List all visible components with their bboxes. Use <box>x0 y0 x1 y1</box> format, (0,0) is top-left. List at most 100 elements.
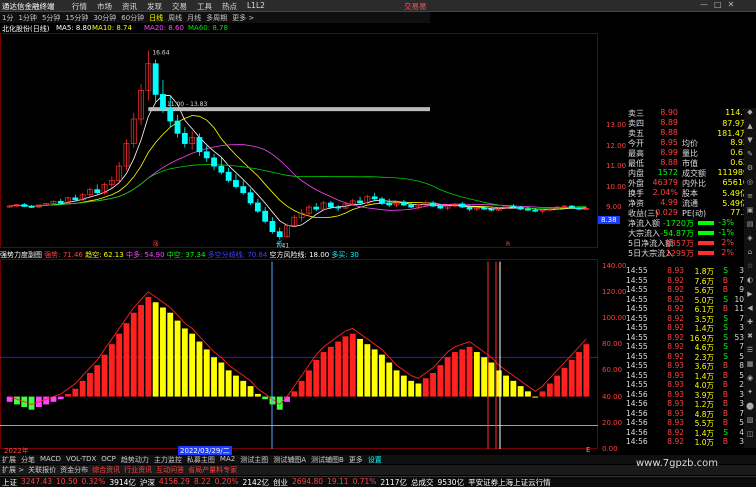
sidebar-tool-icon[interactable]: ✎ <box>744 150 756 164</box>
period-tab-6[interactable]: 日线 <box>149 13 163 23</box>
indicator-tab-7[interactable]: 私募主图 <box>187 455 215 464</box>
indicator-bar <box>14 396 20 405</box>
sidebar-tool-icon[interactable]: ▦ <box>744 360 756 374</box>
candle-body <box>28 206 35 208</box>
tick-side: S <box>723 323 728 332</box>
sidebar-tool-icon[interactable]: ✚ <box>744 318 756 332</box>
index-label[interactable]: 上证 <box>2 477 17 487</box>
sidebar-tool-icon[interactable]: ◆ <box>744 108 756 122</box>
menu-item-1[interactable]: 市场 <box>97 1 112 12</box>
menu-item-5[interactable]: 工具 <box>197 1 212 12</box>
sidebar-tool-icon[interactable]: ◫ <box>744 430 756 444</box>
sidebar-tool-icon[interactable]: ▶ <box>744 290 756 304</box>
sidebar-tool-icon[interactable]: ◎ <box>744 178 756 192</box>
info-tab-1[interactable]: 关联报价 <box>28 465 56 475</box>
sidebar-tool-icon[interactable]: ▣ <box>744 206 756 220</box>
period-tab-3[interactable]: 15分钟 <box>65 13 88 23</box>
info-tab-5[interactable]: 互动问答 <box>156 465 184 475</box>
maximize-icon[interactable]: □ <box>714 0 722 9</box>
tick-count: 10 <box>734 294 744 304</box>
period-tab-0[interactable]: 1分 <box>2 13 13 23</box>
indicator-name: 强势力度副图 <box>0 251 42 259</box>
info-tab-3[interactable]: 综合资讯 <box>92 465 120 475</box>
indicator-bar <box>43 396 50 405</box>
index-label[interactable]: 沪深 <box>140 477 155 487</box>
indicator-tab-8[interactable]: MA2 <box>220 455 235 464</box>
candle-body <box>160 94 166 110</box>
tick-row: 14:55 8.92 4.6万 S 7 <box>626 342 748 352</box>
sidebar-tool-icon[interactable]: ▼ <box>744 136 756 150</box>
indicator-tab-12[interactable]: 更多 <box>349 455 363 464</box>
sidebar-tool-icon[interactable]: ⬤ <box>744 402 756 416</box>
sidebar-tool-icon[interactable]: ≡ <box>744 192 756 206</box>
tick-price: 8.92 <box>667 294 684 304</box>
sidebar-tool-icon[interactable]: ◐ <box>744 276 756 290</box>
info-tab-6[interactable]: 省局产量料专家 <box>188 465 237 475</box>
indicator-bar <box>481 357 488 397</box>
indicator-tab-6[interactable]: 主力监控 <box>154 455 182 464</box>
menu-item-7[interactable]: L1L2 <box>247 1 265 12</box>
sidebar-tool-icon[interactable]: ▲ <box>744 122 756 136</box>
indicator-tab-4[interactable]: OCP <box>101 455 116 464</box>
period-tab-7[interactable]: 周线 <box>168 13 182 23</box>
indicator-tab-5[interactable]: 趋势动力 <box>121 455 149 464</box>
close-icon[interactable]: ✕ <box>728 0 735 9</box>
period-tab-1[interactable]: 1分钟 <box>18 13 36 23</box>
sidebar-tool-icon[interactable]: ▤ <box>744 220 756 234</box>
tick-side: S <box>723 332 728 342</box>
minimize-icon[interactable]: — <box>700 0 708 9</box>
sidebar-tool-icon[interactable]: ☰ <box>744 346 756 360</box>
tick-list[interactable]: 14:55 8.93 1.8万 S 3 14:55 8.92 7.6万 B 7 14:55 8.92 5… <box>626 266 748 447</box>
indicator-tab-2[interactable]: MACD <box>40 455 61 464</box>
menu-item-6[interactable]: 热点 <box>222 1 237 12</box>
sidebar-tool-icon[interactable]: ◉ <box>744 374 756 388</box>
indicator-bar <box>546 383 553 397</box>
quote-row: 净资 4.99 流通 5.49亿 <box>598 198 750 208</box>
menu-item-2[interactable]: 资讯 <box>122 1 137 12</box>
info-tab-4[interactable]: 行业资讯 <box>124 465 152 475</box>
indicator-tab-3[interactable]: VOL-TDX <box>66 455 96 464</box>
sidebar-tool-icon[interactable]: ☆ <box>744 262 756 276</box>
period-tab-9[interactable]: 多周期 <box>206 13 227 23</box>
indicator-tick-label: 0.00 <box>602 445 618 453</box>
broker-message: 平安证券上海上证云行情 <box>468 478 551 487</box>
candle-body <box>203 151 210 159</box>
candle-body <box>94 189 101 194</box>
index-label[interactable]: 创业 <box>273 477 288 487</box>
indicator-chart[interactable] <box>0 259 598 457</box>
menu-item-4[interactable]: 交易 <box>172 1 187 12</box>
period-tab-10[interactable]: 更多 > <box>232 13 254 23</box>
info-tab-2[interactable]: 资金分布 <box>60 465 88 475</box>
candlestick-chart[interactable]: 16.6411.00 - 13.837.41低涨 R <box>0 33 598 248</box>
sidebar-tool-icon[interactable]: ✖ <box>744 332 756 346</box>
info-tab-0[interactable]: 扩展 > <box>2 465 24 475</box>
sidebar-tool-icon[interactable]: ✦ <box>744 388 756 402</box>
indicator-tab-0[interactable]: 扩展 <box>2 455 16 464</box>
tick-count: 7 <box>739 313 744 323</box>
indicator-tab-9[interactable]: 测试主图 <box>240 455 268 464</box>
indicator-value-3: 中空: 37.34 <box>164 251 206 259</box>
sidebar-tool-icon[interactable]: ▨ <box>744 416 756 430</box>
period-tab-2[interactable]: 5分钟 <box>42 13 60 23</box>
tick-volume: 5.0万 <box>694 295 714 305</box>
stat-label-2: 内外比 <box>682 179 706 188</box>
indicator-tab-1[interactable]: 分笔 <box>21 455 35 464</box>
sidebar-tool-icon[interactable]: ⚙ <box>744 164 756 178</box>
indicator-tab-11[interactable]: 测试辅图B <box>311 455 344 464</box>
indicator-tab-13[interactable]: 设置 <box>368 455 382 464</box>
period-tab-5[interactable]: 60分钟 <box>121 13 144 23</box>
indicator-tick-label: 40.00 <box>602 392 623 401</box>
period-tab-8[interactable]: 月线 <box>187 13 201 23</box>
sidebar-tool-icon[interactable]: ◈ <box>744 234 756 248</box>
indicator-bar <box>203 349 210 397</box>
period-tab-4[interactable]: 30分钟 <box>93 13 116 23</box>
sidebar-tool-icon[interactable]: ◀ <box>744 304 756 318</box>
brand-label[interactable]: 交易易 <box>404 1 427 12</box>
menu-item-0[interactable]: 行情 <box>72 1 87 12</box>
sidebar-tool-icon[interactable]: ⌂ <box>744 248 756 262</box>
indicator-tab-10[interactable]: 测试辅图A <box>273 455 306 464</box>
tick-time: 14:55 <box>626 266 648 275</box>
tick-volume: 1.4万 <box>694 371 714 381</box>
menu-item-3[interactable]: 发现 <box>147 1 162 12</box>
indicator-bar <box>576 352 582 397</box>
